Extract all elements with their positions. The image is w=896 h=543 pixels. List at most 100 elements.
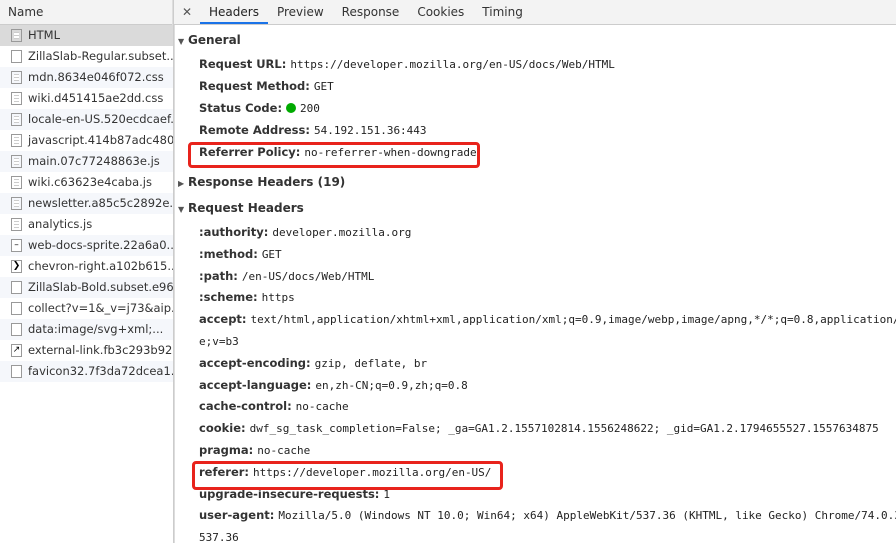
- request-row[interactable]: wiki.c63623e4caba.js: [0, 172, 173, 193]
- request-name: wiki.c63623e4caba.js: [28, 175, 152, 189]
- header-name: accept:: [199, 312, 247, 327]
- header-row: :scheme: https: [199, 290, 295, 304]
- request-row[interactable]: collect?v=1&_v=j73&aip...: [0, 298, 173, 319]
- file-icon: [11, 92, 22, 105]
- header-row: 537.36: [199, 530, 239, 543]
- request-headers-section[interactable]: ▼ Request Headers: [178, 201, 304, 215]
- tab-headers[interactable]: Headers: [200, 0, 268, 24]
- general-section-title: General: [188, 33, 241, 47]
- header-value: 537.36: [199, 531, 239, 543]
- request-name: data:image/svg+xml;...: [28, 322, 164, 336]
- triangle-down-icon: ▼: [178, 205, 185, 214]
- file-icon: [11, 176, 22, 189]
- external-link-icon: ↗: [11, 344, 22, 357]
- request-name: external-link.fb3c293b92...: [28, 343, 173, 357]
- header-value: developer.mozilla.org: [272, 226, 412, 239]
- header-name: Request Method:: [199, 79, 310, 93]
- file-icon: [11, 281, 22, 294]
- request-name: main.07c77248863e.js: [28, 154, 160, 168]
- request-name: wiki.d451415ae2dd.css: [28, 91, 164, 105]
- request-row[interactable]: javascript.414b87adc480.js: [0, 130, 173, 151]
- header-name: cookie:: [199, 421, 246, 436]
- header-value: dwf_sg_task_completion=False; _ga=GA1.2.…: [249, 422, 879, 436]
- header-row: Request Method: GET: [199, 79, 334, 93]
- request-row[interactable]: newsletter.a85c5c2892e...: [0, 193, 173, 214]
- header-value: no-cache: [257, 444, 311, 457]
- name-column-header[interactable]: Name: [0, 0, 173, 25]
- header-row: Remote Address: 54.192.151.36:443: [199, 123, 427, 137]
- request-name: ZillaSlab-Bold.subset.e96...: [28, 280, 173, 294]
- status-green-dot-icon: [286, 103, 297, 113]
- header-name: pragma:: [199, 443, 254, 457]
- header-value: https://developer.mozilla.org/en-US/docs…: [290, 58, 615, 71]
- header-row: accept-encoding: gzip, deflate, br: [199, 356, 427, 370]
- highlight-box: [192, 461, 503, 490]
- header-name: accept-encoding:: [199, 355, 311, 370]
- request-details-pane: ✕ Headers Preview Response Cookies Timing ▼ G…: [174, 0, 896, 543]
- request-name: web-docs-sprite.22a6a0...: [28, 238, 173, 252]
- response-headers-section[interactable]: ▶ Response Headers (19): [178, 175, 345, 189]
- tab-preview[interactable]: Preview: [268, 0, 333, 24]
- close-icon[interactable]: ✕: [174, 0, 200, 24]
- request-name: mdn.8634e046f072.css: [28, 70, 164, 84]
- tab-cookies[interactable]: Cookies: [408, 0, 473, 24]
- header-value: en,zh-CN;q=0.9,zh;q=0.8: [315, 378, 468, 392]
- header-value: GET: [261, 247, 282, 261]
- request-row[interactable]: analytics.js: [0, 214, 173, 235]
- file-icon: [11, 323, 22, 336]
- tab-timing[interactable]: Timing: [473, 0, 532, 24]
- header-value: 200: [300, 102, 320, 115]
- request-name: locale-en-US.520ecdcaef...: [28, 112, 173, 126]
- request-row[interactable]: favicon32.7f3da72dcea1....: [0, 361, 173, 382]
- details-tabs: ✕ Headers Preview Response Cookies Timing: [174, 0, 896, 25]
- header-value: GET: [313, 80, 334, 93]
- header-name: :path:: [199, 268, 238, 283]
- request-row[interactable]: locale-en-US.520ecdcaef...: [0, 109, 173, 130]
- request-row[interactable]: ↗ external-link.fb3c293b92...: [0, 340, 173, 361]
- general-section[interactable]: ▼ General: [178, 33, 241, 47]
- triangle-right-icon: ▶: [178, 179, 185, 188]
- header-row: :authority: developer.mozilla.org: [199, 225, 411, 239]
- request-name: newsletter.a85c5c2892e...: [28, 196, 173, 210]
- header-value: gzip, deflate, br: [314, 356, 428, 370]
- header-value: text/html,application/xhtml+xml,applicat…: [250, 313, 896, 327]
- file-icon: [11, 29, 22, 42]
- request-row[interactable]: main.07c77248863e.js: [0, 151, 173, 172]
- header-value: Mozilla/5.0 (Windows NT 10.0; Win64; x64…: [278, 509, 896, 523]
- file-icon: [11, 365, 22, 378]
- request-name: favicon32.7f3da72dcea1....: [28, 364, 173, 378]
- header-name: :scheme:: [199, 290, 258, 305]
- header-name: user-agent:: [199, 508, 275, 523]
- header-row: e;v=b3: [199, 334, 239, 348]
- request-row[interactable]: ZillaSlab-Regular.subset....: [0, 46, 173, 67]
- request-row[interactable]: data:image/svg+xml;...: [0, 319, 173, 340]
- request-row[interactable]: ❯ chevron-right.a102b615...: [0, 256, 173, 277]
- header-value: https: [261, 291, 295, 305]
- header-row: accept: text/html,application/xhtml+xml,a…: [199, 312, 896, 326]
- request-name: HTML: [28, 28, 61, 42]
- file-icon: [11, 50, 22, 63]
- response-headers-section-title: Response Headers (19): [188, 175, 346, 189]
- request-row[interactable]: ZillaSlab-Bold.subset.e96...: [0, 277, 173, 298]
- header-row: cookie: dwf_sg_task_completion=False; _ga…: [199, 421, 879, 435]
- header-row: :path:/en-US/docs/Web/HTML: [199, 269, 374, 283]
- request-name: ZillaSlab-Regular.subset....: [28, 49, 173, 63]
- header-name: accept-language:: [199, 377, 312, 392]
- request-row[interactable]: mdn.8634e046f072.css: [0, 67, 173, 88]
- header-value: /en-US/docs/Web/HTML: [241, 269, 375, 283]
- header-row: accept-language: en,zh-CN;q=0.9,zh;q=0.8: [199, 378, 468, 392]
- request-row[interactable]: HTML: [0, 25, 173, 46]
- header-name: :authority:: [199, 225, 269, 239]
- request-headers-section-title: Request Headers: [188, 201, 304, 215]
- file-icon: [11, 218, 22, 231]
- header-name: Status Code:: [199, 101, 283, 115]
- file-icon: [11, 134, 22, 147]
- request-list-pane: Name HTML ZillaSlab-Regular.subset.... mdn…: [0, 0, 174, 543]
- file-icon: [11, 113, 22, 126]
- request-name: collect?v=1&_v=j73&aip...: [28, 301, 173, 315]
- request-row[interactable]: wiki.d451415ae2dd.css: [0, 88, 173, 109]
- request-name: javascript.414b87adc480.js: [28, 133, 173, 147]
- file-icon: [11, 302, 22, 315]
- tab-response[interactable]: Response: [333, 0, 409, 24]
- request-row[interactable]: – web-docs-sprite.22a6a0...: [0, 235, 173, 256]
